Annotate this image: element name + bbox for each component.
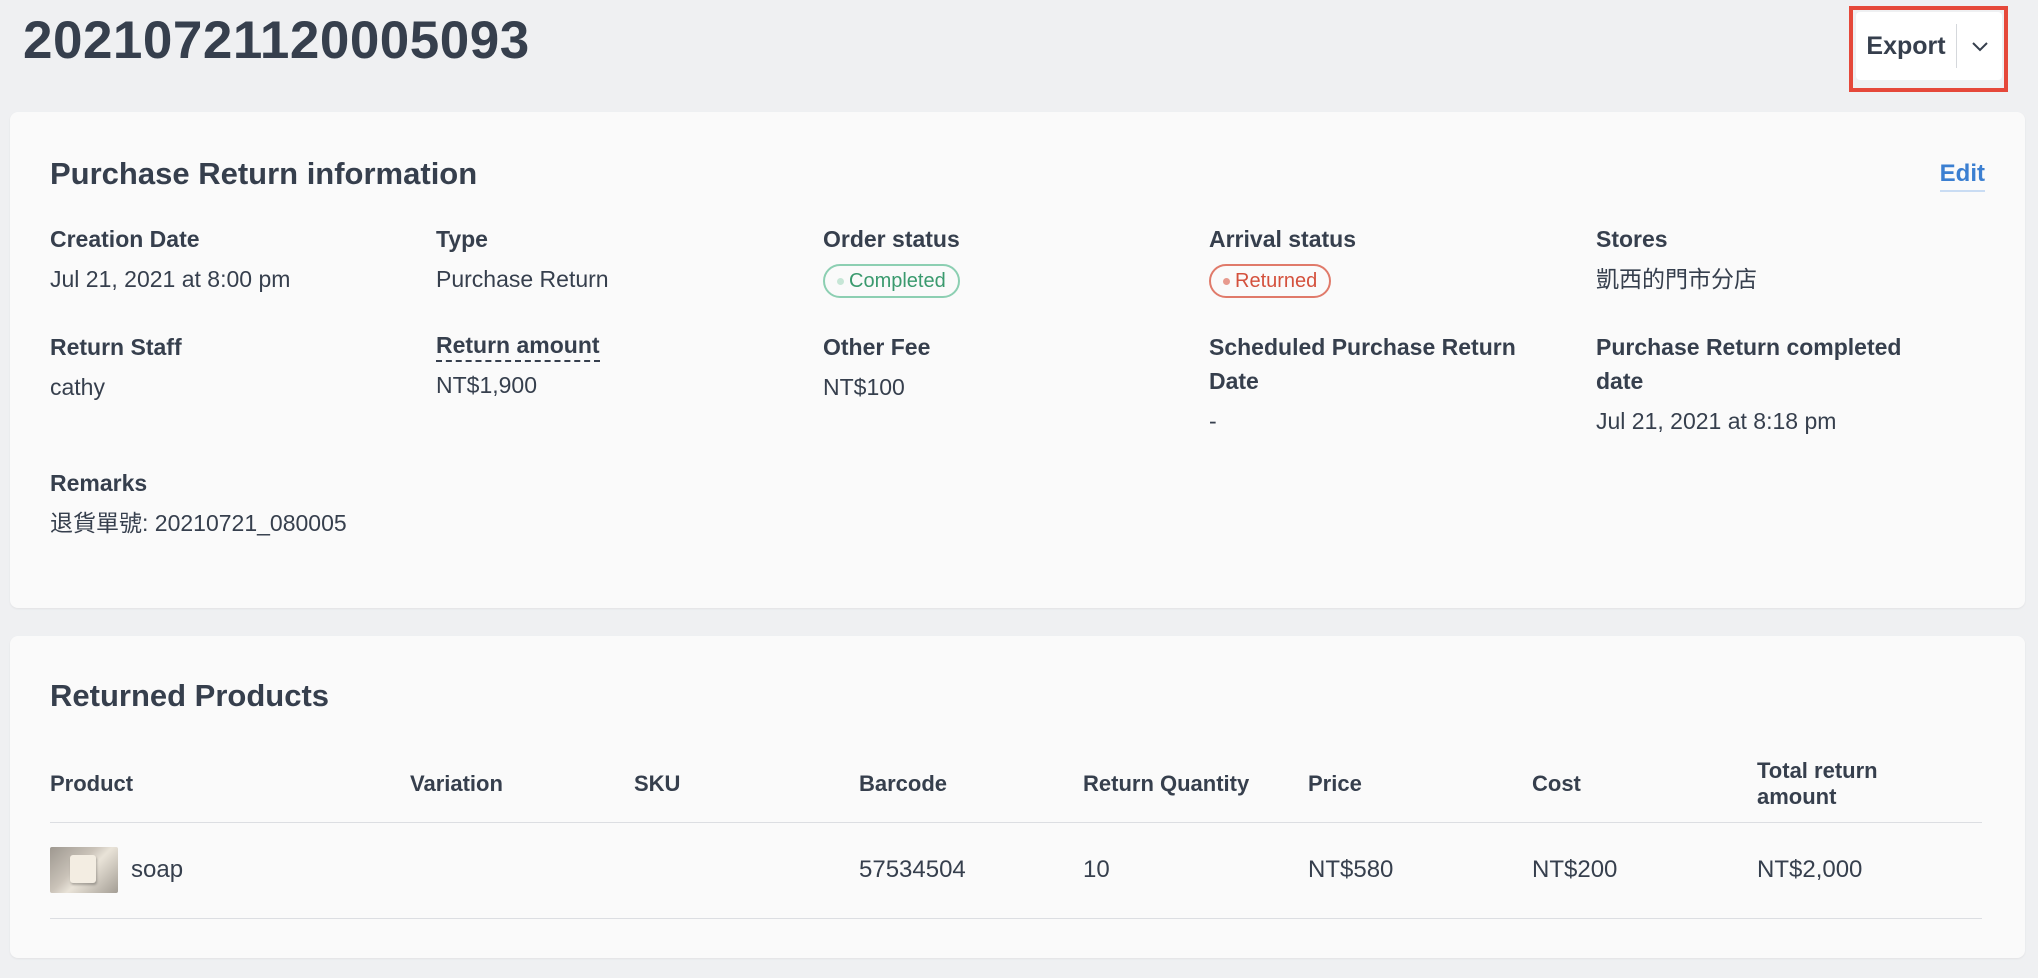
sku-cell bbox=[634, 822, 859, 919]
column-header: Return Quantity bbox=[1083, 746, 1308, 823]
price-cell: NT$580 bbox=[1308, 822, 1532, 919]
variation-cell bbox=[410, 822, 634, 919]
arrival-status-value: Returned bbox=[1235, 269, 1318, 292]
field-creation-date: Creation Date Jul 21, 2021 at 8:00 pm bbox=[50, 222, 390, 296]
creation-date-value: Jul 21, 2021 at 8:00 pm bbox=[50, 266, 291, 292]
field-completed-date: Purchase Return completed date Jul 21, 2… bbox=[1596, 330, 1936, 438]
column-header: Barcode bbox=[859, 746, 1083, 823]
scheduled-date-label: Scheduled Purchase Return Date bbox=[1209, 334, 1516, 394]
column-header: Price bbox=[1308, 746, 1532, 823]
remarks-value: 退貨單號: 20210721_080005 bbox=[50, 510, 347, 536]
cost-cell: NT$200 bbox=[1532, 822, 1757, 919]
return-staff-label: Return Staff bbox=[50, 334, 182, 360]
return-quantity-cell: 10 bbox=[1083, 822, 1308, 919]
page-title: 20210721120005093 bbox=[23, 11, 530, 70]
total-return-amount-cell: NT$2,000 bbox=[1757, 822, 1982, 919]
stores-label: Stores bbox=[1596, 226, 1668, 252]
product-cell: soap bbox=[50, 822, 410, 919]
field-stores: Stores 凱西的門市分店 bbox=[1596, 222, 1936, 296]
creation-date-label: Creation Date bbox=[50, 226, 200, 252]
completed-date-label: Purchase Return completed date bbox=[1596, 334, 1902, 394]
products-card-title: Returned Products bbox=[50, 678, 330, 713]
column-header: Variation bbox=[410, 746, 634, 823]
field-type: Type Purchase Return bbox=[436, 222, 776, 296]
field-remarks: Remarks 退貨單號: 20210721_080005 bbox=[50, 466, 650, 540]
order-status-value: Completed bbox=[849, 269, 946, 292]
return-staff-value: cathy bbox=[50, 374, 105, 400]
export-dropdown-toggle[interactable] bbox=[1957, 12, 2002, 80]
page-header: 20210721120005093 Export bbox=[0, 0, 2038, 100]
order-status-badge: Completed bbox=[823, 264, 960, 298]
other-fee-value: NT$100 bbox=[823, 374, 905, 400]
field-scheduled-date: Scheduled Purchase Return Date - bbox=[1209, 330, 1549, 438]
column-header: Total return amount bbox=[1757, 746, 1982, 823]
order-status-label: Order status bbox=[823, 226, 960, 252]
arrival-status-label: Arrival status bbox=[1209, 226, 1357, 252]
field-order-status: Order status Completed bbox=[823, 222, 1163, 298]
barcode-cell: 57534504 bbox=[859, 822, 1083, 919]
field-arrival-status: Arrival status Returned bbox=[1209, 222, 1549, 298]
stores-value: 凱西的門市分店 bbox=[1596, 266, 1757, 292]
products-table: Product Variation SKU Barcode Return Qua… bbox=[50, 746, 1982, 919]
chevron-down-icon bbox=[1971, 42, 1988, 52]
field-return-amount: Return amount NT$1,900 bbox=[436, 330, 776, 402]
export-button[interactable]: Export bbox=[1856, 12, 1956, 80]
return-amount-label[interactable]: Return amount bbox=[436, 330, 600, 362]
return-amount-value: NT$1,900 bbox=[436, 372, 538, 398]
column-header: Product bbox=[50, 746, 410, 823]
export-button-group: Export bbox=[1856, 12, 2002, 80]
info-card-title: Purchase Return information bbox=[50, 156, 478, 191]
purchase-return-info-card: Purchase Return information Edit Creatio… bbox=[10, 112, 2025, 608]
remarks-label: Remarks bbox=[50, 470, 148, 496]
table-header-row: Product Variation SKU Barcode Return Qua… bbox=[50, 746, 1982, 823]
column-header: SKU bbox=[634, 746, 859, 823]
column-header: Cost bbox=[1532, 746, 1757, 823]
returned-products-card: Returned Products Product Variation SKU … bbox=[10, 636, 2025, 958]
scheduled-date-value: - bbox=[1209, 408, 1217, 434]
other-fee-label: Other Fee bbox=[823, 334, 931, 360]
arrival-status-badge: Returned bbox=[1209, 264, 1332, 298]
status-dot-icon bbox=[837, 277, 844, 285]
status-dot-icon bbox=[1223, 277, 1230, 285]
type-label: Type bbox=[436, 226, 488, 252]
field-return-staff: Return Staff cathy bbox=[50, 330, 390, 404]
edit-link[interactable]: Edit bbox=[1939, 160, 1985, 192]
completed-date-value: Jul 21, 2021 at 8:18 pm bbox=[1596, 408, 1837, 434]
product-name: soap bbox=[131, 856, 184, 883]
field-other-fee: Other Fee NT$100 bbox=[823, 330, 1163, 404]
table-row: soap 57534504 10 NT$580 NT$200 NT$2,000 bbox=[50, 822, 1982, 919]
product-thumbnail bbox=[50, 847, 118, 893]
type-value: Purchase Return bbox=[436, 266, 609, 292]
